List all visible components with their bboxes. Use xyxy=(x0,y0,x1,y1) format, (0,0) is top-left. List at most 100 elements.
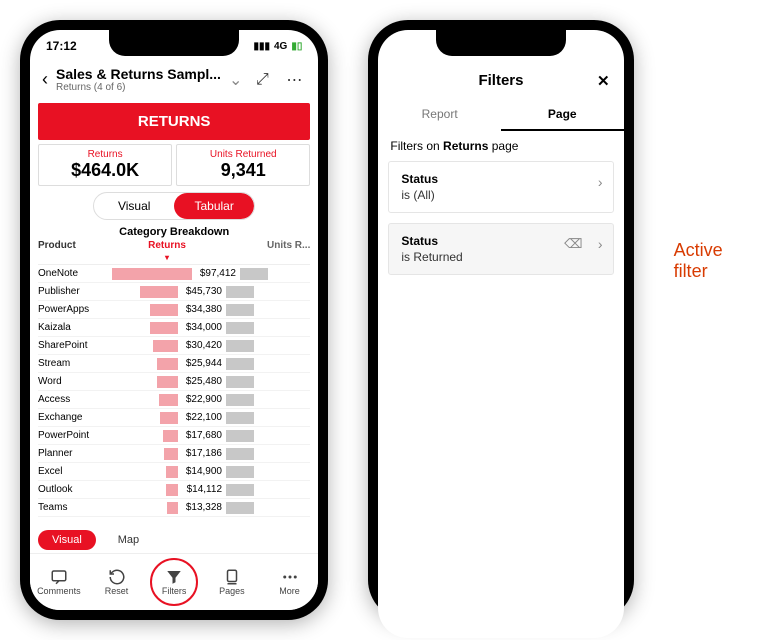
status-time: 17:12 xyxy=(46,39,77,53)
more-button[interactable]: More xyxy=(266,568,314,596)
chevron-right-icon: › xyxy=(598,174,603,190)
cell-units xyxy=(222,394,310,406)
reset-button[interactable]: Reset xyxy=(93,568,141,596)
cell-product: PowerPoint xyxy=(38,430,112,441)
cell-returns: $25,480 xyxy=(112,376,222,388)
cell-product: Stream xyxy=(38,358,112,369)
cell-units xyxy=(222,484,310,496)
cell-returns: $17,680 xyxy=(112,430,222,442)
filter-tabs: Report Page xyxy=(378,99,623,131)
returns-banner: RETURNS xyxy=(38,103,310,140)
report-header: ‹ Sales & Returns Sampl... Returns (4 of… xyxy=(30,62,318,97)
cell-units xyxy=(222,502,310,514)
cell-units xyxy=(222,286,310,298)
cell-product: OneNote xyxy=(38,268,112,279)
eraser-icon[interactable]: ⌫ xyxy=(564,236,582,252)
comments-button[interactable]: Comments xyxy=(35,568,83,596)
col-product[interactable]: Product xyxy=(38,240,112,262)
filters-header: Filters ✕ xyxy=(378,58,623,99)
cell-product: Publisher xyxy=(38,286,112,297)
table-row[interactable]: Stream$25,944 xyxy=(38,355,310,373)
filter-card-status-returned[interactable]: Status is Returned ⌫ › xyxy=(388,223,613,275)
cell-returns: $14,112 xyxy=(112,484,222,496)
table-row[interactable]: SharePoint$30,420 xyxy=(38,337,310,355)
tab-visual[interactable]: Visual xyxy=(94,193,174,219)
cell-returns: $14,900 xyxy=(112,466,222,478)
table-row[interactable]: OneNote$97,412 xyxy=(38,265,310,283)
cell-returns: $17,186 xyxy=(112,448,222,460)
tab-report[interactable]: Report xyxy=(378,99,501,131)
cell-units xyxy=(222,448,310,460)
filter-value: is Returned xyxy=(401,250,600,264)
title-chevron-icon[interactable]: ⌄ xyxy=(229,70,242,90)
kpi-returns[interactable]: Returns $464.0K xyxy=(38,144,172,186)
table-row[interactable]: Publisher$45,730 xyxy=(38,283,310,301)
notch xyxy=(109,30,239,56)
table-row[interactable]: Kaizala$34,000 xyxy=(38,319,310,337)
notch xyxy=(436,30,566,56)
chip-row: Visual Map xyxy=(30,526,161,554)
cell-product: Word xyxy=(38,376,112,387)
cell-product: Planner xyxy=(38,448,112,459)
sort-desc-icon: ▾ xyxy=(165,253,169,262)
col-units[interactable]: Units R... xyxy=(222,240,310,262)
kpi-units[interactable]: Units Returned 9,341 xyxy=(176,144,310,186)
report-title: Sales & Returns Sampl... xyxy=(56,66,221,82)
report-subtitle: Returns (4 of 6) xyxy=(56,82,221,93)
table-row[interactable]: Planner$17,186 xyxy=(38,445,310,463)
tab-tabular[interactable]: Tabular xyxy=(174,193,254,219)
cell-returns: $30,420 xyxy=(112,340,222,352)
cell-product: SharePoint xyxy=(38,340,112,351)
cell-returns: $22,900 xyxy=(112,394,222,406)
filter-highlight-circle: Filters xyxy=(150,558,198,606)
table-row[interactable]: Excel$14,900 xyxy=(38,463,310,481)
table-row[interactable]: Teams$13,328 xyxy=(38,499,310,517)
chip-map[interactable]: Map xyxy=(104,530,153,550)
cell-units xyxy=(222,322,310,334)
table-row[interactable]: PowerPoint$17,680 xyxy=(38,427,310,445)
title-block[interactable]: Sales & Returns Sampl... Returns (4 of 6… xyxy=(56,66,221,93)
battery-icon: ▮▯ xyxy=(291,41,302,52)
filter-label: Status xyxy=(401,172,600,186)
filters-button[interactable]: Filters xyxy=(150,558,198,606)
cell-units xyxy=(222,412,310,424)
tab-page[interactable]: Page xyxy=(501,99,624,131)
expand-icon[interactable]: ⤢ xyxy=(250,71,274,89)
table-row[interactable]: Outlook$14,112 xyxy=(38,481,310,499)
signal-icon: ▮▮▮ xyxy=(253,41,270,52)
cell-units xyxy=(222,304,310,316)
funnel-icon xyxy=(165,568,183,586)
cell-units xyxy=(222,340,310,352)
kpi-units-label: Units Returned xyxy=(183,149,303,160)
category-table[interactable]: Product Returns ▾ Units R... OneNote$97,… xyxy=(38,238,310,553)
close-button[interactable]: ✕ xyxy=(597,72,610,90)
reset-icon xyxy=(108,568,126,586)
kpi-returns-value: $464.0K xyxy=(45,160,165,181)
table-row[interactable]: Exchange$22,100 xyxy=(38,409,310,427)
phone-2: Filters ✕ Report Page Filters on Returns… xyxy=(368,20,633,620)
cell-units xyxy=(236,268,310,280)
chevron-right-icon: › xyxy=(598,236,603,252)
cell-product: Teams xyxy=(38,502,112,513)
table-body: OneNote$97,412Publisher$45,730PowerApps$… xyxy=(38,265,310,517)
pages-icon xyxy=(223,568,241,586)
annotation-active-filter: Active filter xyxy=(674,240,748,282)
table-row[interactable]: Access$22,900 xyxy=(38,391,310,409)
cell-units xyxy=(222,430,310,442)
pages-button[interactable]: Pages xyxy=(208,568,256,596)
network-label: 4G xyxy=(274,41,287,52)
filter-value: is (All) xyxy=(401,188,600,202)
more-icon[interactable]: ⋯ xyxy=(282,70,306,90)
filter-card-status-all[interactable]: Status is (All) › xyxy=(388,161,613,213)
comment-icon xyxy=(50,568,68,586)
filters-title: Filters xyxy=(478,72,523,89)
table-row[interactable]: Word$25,480 xyxy=(38,373,310,391)
cell-product: Exchange xyxy=(38,412,112,423)
chip-visual[interactable]: Visual xyxy=(38,530,96,550)
breakdown-title: Category Breakdown xyxy=(30,226,318,238)
col-returns[interactable]: Returns ▾ xyxy=(112,240,222,262)
cell-returns: $97,412 xyxy=(112,268,236,280)
table-row[interactable]: PowerApps$34,380 xyxy=(38,301,310,319)
back-button[interactable]: ‹ xyxy=(42,69,48,90)
filters-subtitle: Filters on Returns page xyxy=(378,131,623,161)
